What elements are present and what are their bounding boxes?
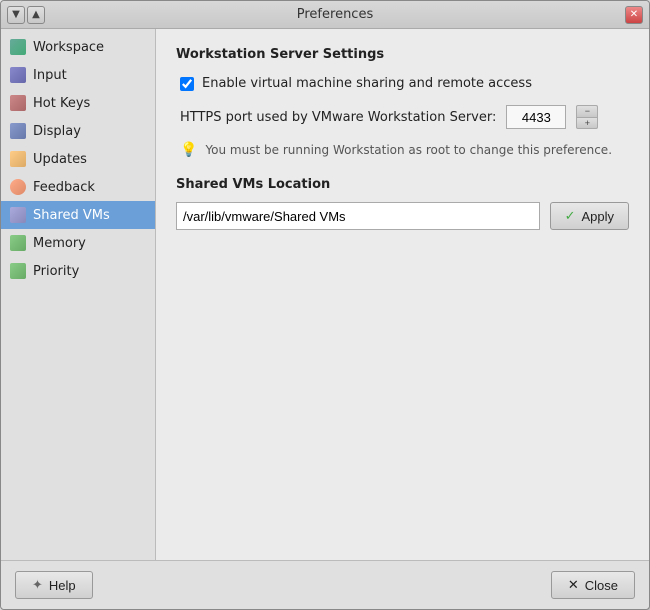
sidebar-label-display: Display [33,124,81,139]
display-icon [9,122,27,140]
sidebar-label-hotkeys: Hot Keys [33,96,90,111]
section-title: Workstation Server Settings [176,47,629,62]
titlebar: ▼ ▲ Preferences ✕ [1,1,649,29]
priority-icon [9,262,27,280]
enable-sharing-row: Enable virtual machine sharing and remot… [176,76,629,91]
apply-button[interactable]: ✓ Apply [550,202,629,230]
sidebar-item-feedback[interactable]: Feedback [1,173,155,201]
port-decrement-button[interactable]: − [576,105,598,117]
maximize-button[interactable]: ▲ [27,6,45,24]
titlebar-right-buttons: ✕ [625,6,643,24]
sidebar-item-hotkeys[interactable]: Hot Keys [1,89,155,117]
sidebar: Workspace Input Hot Keys Display Updates… [1,29,156,560]
help-icon: ✦ [32,577,43,593]
sidebar-label-priority: Priority [33,264,79,279]
memory-icon [9,234,27,252]
preferences-window: ▼ ▲ Preferences ✕ Workspace Input Hot Ke… [0,0,650,610]
shared-vms-row: ✓ Apply [176,202,629,230]
window-title: Preferences [45,7,625,22]
sidebar-item-input[interactable]: Input [1,61,155,89]
sidebar-item-sharedvms[interactable]: Shared VMs [1,201,155,229]
enable-sharing-label: Enable virtual machine sharing and remot… [202,76,532,91]
info-text: You must be running Workstation as root … [205,141,612,159]
sidebar-label-input: Input [33,68,67,83]
check-icon: ✓ [565,208,576,224]
sharedvms-icon [9,206,27,224]
https-port-row: HTTPS port used by VMware Workstation Se… [176,105,629,129]
bottom-bar: ✦ Help ✕ Close [1,560,649,609]
workspace-icon [9,38,27,56]
content-area: Workstation Server Settings Enable virtu… [156,29,649,560]
hotkeys-icon [9,94,27,112]
info-row: 💡 You must be running Workstation as roo… [176,141,629,159]
apply-label: Apply [581,209,614,224]
help-label: Help [49,578,76,593]
sidebar-label-sharedvms: Shared VMs [33,208,110,223]
bulb-icon: 💡 [180,142,197,158]
sidebar-label-updates: Updates [33,152,87,167]
close-button[interactable]: ✕ Close [551,571,635,599]
updates-icon [9,150,27,168]
help-button[interactable]: ✦ Help [15,571,93,599]
sidebar-label-workspace: Workspace [33,40,104,55]
minimize-button[interactable]: ▼ [7,6,25,24]
main-area: Workspace Input Hot Keys Display Updates… [1,29,649,560]
input-icon [9,66,27,84]
sidebar-label-memory: Memory [33,236,86,251]
sidebar-item-memory[interactable]: Memory [1,229,155,257]
https-port-label: HTTPS port used by VMware Workstation Se… [180,110,496,125]
shared-vms-title: Shared VMs Location [176,177,629,192]
titlebar-left-buttons: ▼ ▲ [7,6,45,24]
port-input[interactable] [506,105,566,129]
enable-sharing-checkbox[interactable] [180,77,194,91]
port-spinners: − + [576,105,598,129]
sidebar-item-workspace[interactable]: Workspace [1,33,155,61]
sidebar-item-priority[interactable]: Priority [1,257,155,285]
sidebar-item-display[interactable]: Display [1,117,155,145]
close-label: Close [585,578,618,593]
close-x-icon: ✕ [568,577,579,593]
close-window-button[interactable]: ✕ [625,6,643,24]
sidebar-item-updates[interactable]: Updates [1,145,155,173]
sidebar-label-feedback: Feedback [33,180,95,195]
feedback-icon [9,178,27,196]
shared-vms-path-input[interactable] [176,202,540,230]
port-increment-button[interactable]: + [576,117,598,129]
